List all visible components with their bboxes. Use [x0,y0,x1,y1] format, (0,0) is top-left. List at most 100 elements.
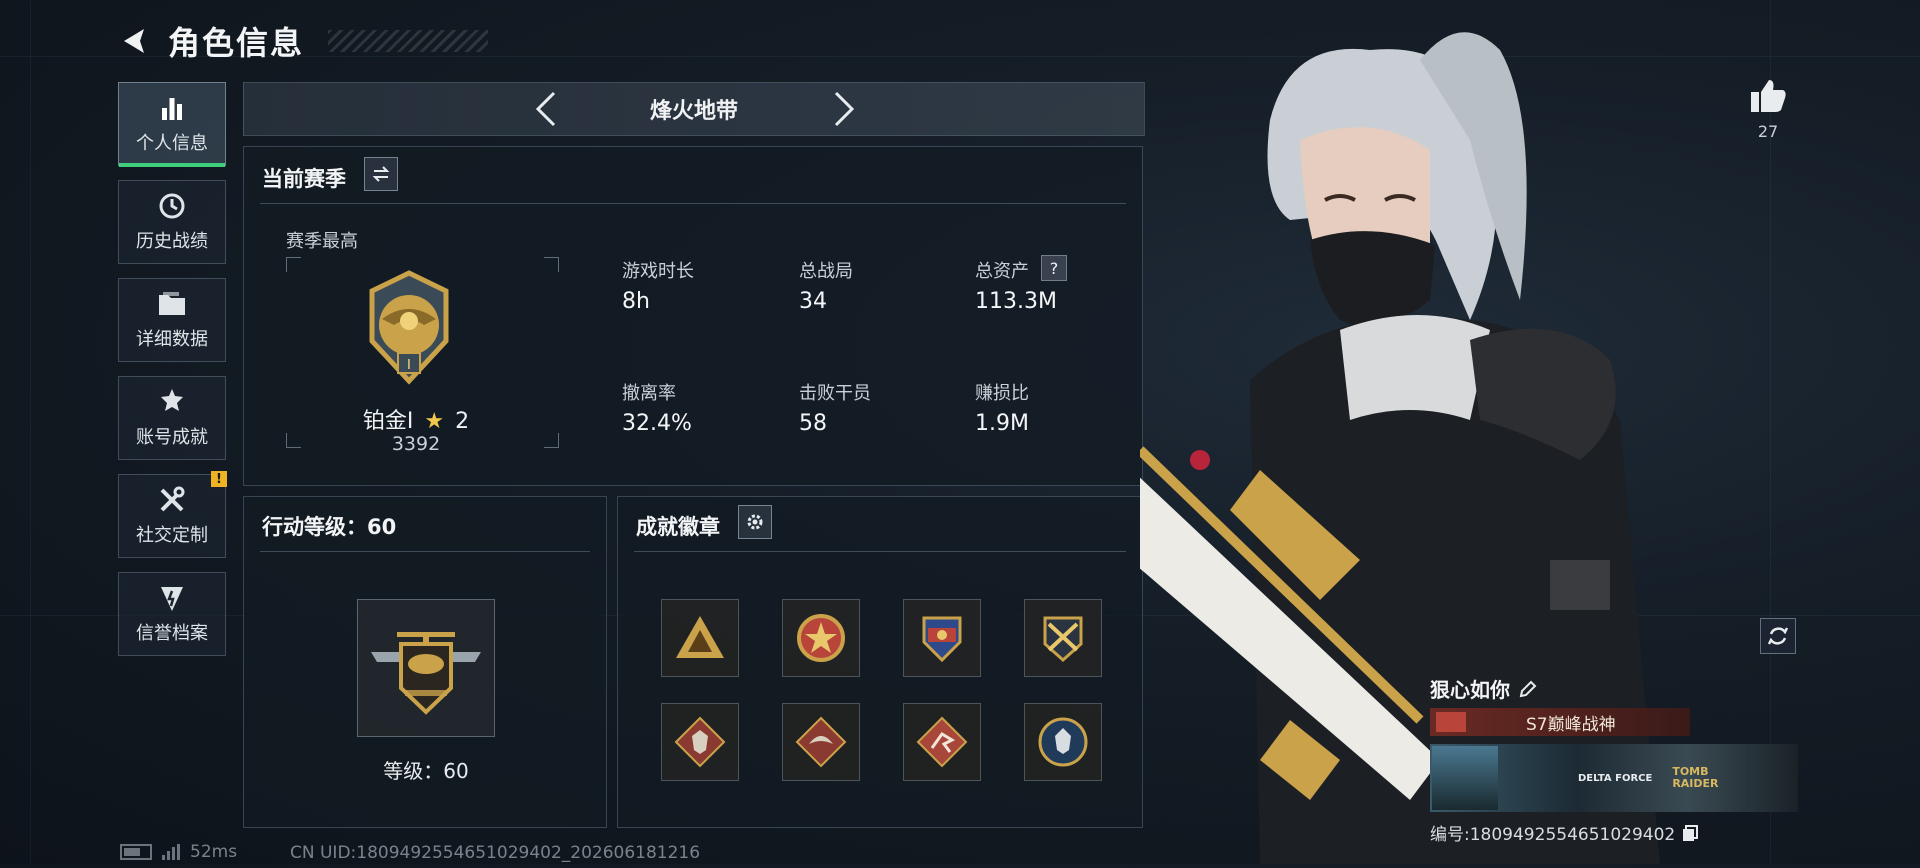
achievement-badge[interactable] [782,703,860,781]
next-mode-arrow-icon[interactable] [832,91,856,131]
stat-label-play-time: 游戏时长 [622,261,694,282]
like-button[interactable]: 27 [1746,78,1790,141]
achievement-badge[interactable] [661,703,739,781]
sidebar-item-label: 账号成就 [136,427,208,448]
page-title: 角色信息 [168,24,305,62]
action-level-panel: 行动等级：60 等级：60 [243,496,607,828]
achievement-badge[interactable] [1024,599,1102,677]
rotate-view-button[interactable] [1760,618,1796,654]
sidebar-item-label: 信誉档案 [136,623,208,644]
runner-diamond-badge-icon [916,716,968,768]
rank-score: 3392 [391,433,441,455]
status-bar: 52ms [120,842,237,862]
triangle-badge-icon [676,616,724,658]
sidebar-item-detailed-data[interactable]: 详细数据 [118,278,226,362]
frame-corner [544,257,559,272]
player-name-row: 狠心如你 [1430,674,1538,703]
stat-label-extraction-rate: 撤离率 [622,383,676,404]
achievement-badge[interactable] [661,599,739,677]
stat-value-total-assets: 113.3M [975,289,1057,314]
edit-name-icon[interactable] [1518,679,1538,699]
copy-icon[interactable] [1681,824,1699,842]
action-level-title: 行动等级：60 [262,515,397,539]
achievement-badge[interactable] [903,703,981,781]
refresh-icon [1767,627,1789,645]
rank-label: 铂金Ⅰ ★ 2 [244,403,588,435]
card-banner: DELTA FORCE TOMB RAIDER [1430,744,1798,812]
thumbs-up-icon [1751,80,1786,112]
helicopter-emblem-icon [371,632,481,715]
sidebar-item-social-custom[interactable]: ! 社交定制 [118,471,227,558]
divider [260,203,1126,204]
crossed-rifles-badge-icon [1043,616,1083,663]
sidebar-item-personal-info[interactable]: 个人信息 [118,82,226,167]
banner-brand-tomb-raider: TOMB RAIDER [1672,765,1719,790]
prev-mode-arrow-icon[interactable] [534,91,558,131]
gear-icon [747,514,763,530]
wolf-diamond-badge-icon [674,716,726,768]
stat-value-profit-loss: 1.9M [975,411,1029,436]
level-emblem-frame [357,599,495,737]
stat-value-extraction-rate: 32.4% [622,411,692,436]
battery-icon [120,844,152,860]
stat-value-play-time: 8h [622,289,650,314]
uid-text: CN UID:1809492554651029402_202606181216 [290,843,701,863]
achievement-badge[interactable] [782,599,860,677]
achievement-badge[interactable] [1024,703,1102,781]
star-icon: ★ [424,409,445,434]
like-count: 27 [1757,122,1779,141]
shield-medal-icon [922,616,962,663]
sidebar-item-label: 详细数据 [136,329,208,350]
switch-season-button[interactable] [364,157,398,191]
divider [634,551,1126,552]
badge-settings-button[interactable] [738,505,772,539]
divider [260,551,590,552]
history-clock-icon [155,191,189,221]
notification-badge: ! [211,471,227,487]
sidebar-item-achievements[interactable]: 账号成就 [118,376,226,460]
banner-brand-delta-force: DELTA FORCE [1578,772,1653,784]
player-card: 狠心如你 S7巅峰战神 DELTA FORCE TOMB RAIDER 编号:1… [1430,670,1800,850]
sidebar-item-label: 社交定制 [136,525,208,546]
stat-label-total-matches: 总战局 [799,261,853,282]
level-text: 等级：60 [383,759,469,783]
sidebar-item-history[interactable]: 历史战绩 [118,180,226,264]
grid-line [30,0,31,864]
stat-label-profit-loss: 赚损比 [975,383,1029,404]
season-panel: 当前赛季 赛季最高 Ⅰ 铂金Ⅰ ★ 2 3392 游戏时长 8h 总战局 34 … [243,146,1143,486]
achievements-panel: 成就徽章 [617,496,1143,828]
achievement-badge[interactable] [903,599,981,677]
star-medal-icon [797,614,845,662]
title-tag: S7巅峰战神 [1430,708,1690,736]
frame-corner [286,257,301,272]
season-best-label: 赛季最高 [286,231,358,252]
banner-thumbnail [1432,746,1498,810]
achievements-title: 成就徽章 [636,515,720,539]
sidebar-item-label: 个人信息 [136,133,208,154]
question-icon: ? [1049,258,1059,278]
title-decoration [328,30,489,52]
title-tag-text: S7巅峰战神 [1526,714,1616,735]
dragon-diamond-badge-icon [795,716,847,768]
player-id: 编号:1809492554651029402 [1430,825,1676,845]
rank-stars: 2 [455,409,470,434]
wolf-round-badge-icon [1038,717,1088,767]
sidebar-item-reputation[interactable]: 信誉档案 [118,572,226,656]
swap-arrows-icon [372,166,390,182]
ping-value: 52ms [190,842,238,862]
help-button[interactable]: ? [1041,255,1067,281]
stat-label-operators-defeated: 击败干员 [799,383,871,404]
sidebar-nav: 个人信息 历史战绩 详细数据 账号成就 ! 社交定制 信誉档案 [118,82,228,670]
mode-title: 烽火地带 [649,99,738,124]
tools-icon [155,485,189,515]
back-arrow-icon[interactable] [118,25,150,57]
achievement-icon [155,387,189,417]
rank-name: 铂金Ⅰ [362,409,414,434]
player-id-row: 编号:1809492554651029402 [1430,820,1699,845]
mode-selector: 烽火地带 [243,82,1145,136]
sidebar-item-label: 历史战绩 [136,231,208,252]
stat-value-operators-defeated: 58 [799,411,827,436]
signal-icon [162,844,180,860]
bar-chart-icon [155,93,189,123]
stat-label-total-assets: 总资产 [975,261,1029,282]
